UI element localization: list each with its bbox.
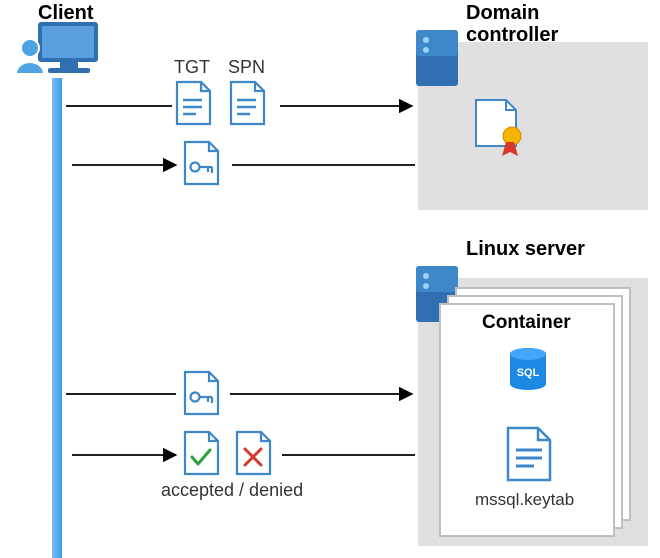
denied-file-icon [237, 432, 270, 474]
keytab-label: mssql.keytab [475, 490, 574, 510]
flow-key-return [72, 142, 415, 184]
domain-controller-label-l2: controller [466, 24, 558, 47]
container-label: Container [482, 312, 571, 334]
diagram-svg: SQL [0, 0, 660, 558]
client-label: Client [38, 2, 94, 25]
keytab-file-icon [508, 428, 550, 480]
accepted-denied-label: accepted / denied [161, 480, 303, 501]
linux-server-label: Linux server [466, 238, 585, 261]
client-lifeline [52, 78, 62, 558]
svg-text:SQL: SQL [517, 367, 540, 379]
sql-icon: SQL [510, 348, 546, 390]
flow-tgt-spn [66, 82, 412, 124]
flow-accepted-denied [72, 432, 415, 474]
flow-key-to-linux [66, 372, 412, 414]
tgt-label: TGT [174, 57, 210, 78]
spn-label: SPN [228, 57, 265, 78]
client-icon [16, 22, 98, 74]
domain-controller-box [416, 30, 648, 210]
accepted-file-icon [185, 432, 218, 474]
domain-controller-label-l1: Domain [466, 2, 539, 25]
